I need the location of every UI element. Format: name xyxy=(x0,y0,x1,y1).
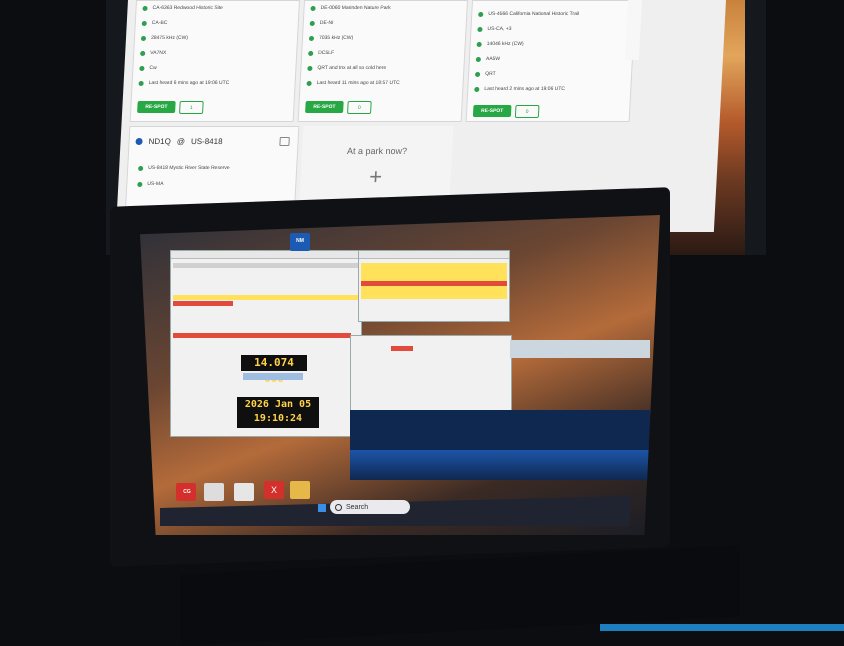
flag-icon xyxy=(141,20,147,26)
spotter: VA7NX xyxy=(150,50,167,56)
utc-clock: 2026 Jan 05 19:10:24 xyxy=(237,397,319,428)
spot-count-button[interactable]: 0 xyxy=(514,105,540,118)
document-icon[interactable] xyxy=(204,483,224,501)
comment-icon xyxy=(307,65,313,71)
park-name: DE-0060 Marinden Nature Park xyxy=(320,5,391,11)
pin-icon xyxy=(310,5,316,11)
comment: QRT xyxy=(484,71,496,77)
clock-date: 2026 Jan 05 xyxy=(244,399,312,410)
search-icon xyxy=(335,503,342,511)
spotter-icon xyxy=(140,50,146,56)
flag-icon xyxy=(309,20,315,26)
folder-icon[interactable] xyxy=(290,481,310,499)
respot-button[interactable]: RE-SPOT xyxy=(137,101,176,113)
frequency: 28475 kHz (CW) xyxy=(150,35,189,41)
tab-active[interactable] xyxy=(391,346,413,351)
spot-count-button[interactable]: 0 xyxy=(347,101,372,114)
respot-button[interactable]: RE-SPOT xyxy=(305,101,344,113)
document-icon[interactable] xyxy=(234,483,254,501)
clock-time: 19:10:24 xyxy=(253,413,303,424)
antenna-icon xyxy=(476,41,482,47)
location: US-CA, +3 xyxy=(487,26,512,32)
paper-card xyxy=(600,624,844,631)
decode-row-highlight xyxy=(173,295,359,300)
scrollbar[interactable] xyxy=(624,0,642,60)
activator-callsign[interactable]: ND1Q xyxy=(148,137,171,146)
spot-card: DE-0060 Marinden Nature Park DE-NI 7035 … xyxy=(297,0,468,122)
spotter: DC5LF xyxy=(318,50,335,56)
waterfall-signal xyxy=(350,450,650,480)
clock-icon xyxy=(306,80,312,86)
app-icon-cg-label: CG xyxy=(183,489,191,495)
activator-park-ref[interactable]: US-8418 xyxy=(191,137,223,146)
rx-row-red xyxy=(361,281,507,286)
location: CA-BC xyxy=(151,20,168,26)
laptop-screen: 14.074 000 2026 Jan 05 19:10:24 CG X NM xyxy=(140,215,660,535)
spotter-icon xyxy=(475,56,482,62)
search-placeholder: Search xyxy=(346,503,369,511)
windows-start-icon[interactable] xyxy=(318,504,326,512)
tx-even-button[interactable] xyxy=(243,373,303,380)
wsjt-window: 14.074 000 2026 Jan 05 19:10:24 xyxy=(170,250,362,437)
activator-card: ND1Q @ US-8418 US-8418 Mystic River Stat… xyxy=(125,126,300,208)
waterfall-panel xyxy=(350,410,650,480)
spectrum-header xyxy=(510,340,650,358)
frequency-display: 14.074 000 xyxy=(241,355,307,385)
park-name: CA-6363 Redwood Historic Site xyxy=(152,5,224,11)
search-input[interactable]: Search xyxy=(330,500,410,514)
antenna-icon xyxy=(308,35,315,41)
antenna-icon xyxy=(140,35,147,41)
respot-button[interactable]: RE-SPOT xyxy=(472,105,512,117)
flag-icon xyxy=(137,181,143,187)
flag-icon xyxy=(477,26,483,32)
pin-icon xyxy=(142,5,148,11)
spot-count-button[interactable]: 1 xyxy=(179,101,204,114)
at-symbol: @ xyxy=(176,137,186,146)
decode-row-selected xyxy=(173,333,351,338)
pin-icon xyxy=(478,11,484,17)
add-activation-tile[interactable]: At a park now? + xyxy=(299,126,454,206)
pin-icon xyxy=(138,165,144,171)
comment-icon xyxy=(474,71,481,77)
clock-icon xyxy=(138,80,144,86)
comment-icon xyxy=(139,65,145,71)
comment-icon[interactable] xyxy=(279,137,290,146)
comment: Cw xyxy=(149,65,157,71)
spot-card: US-4566 California National Historic Tra… xyxy=(465,0,636,122)
park-prompt: At a park now? xyxy=(346,146,408,156)
location: US-MA xyxy=(147,181,164,187)
comment: QRT and tnx at all so cold here xyxy=(317,65,387,71)
app-icon-nm-label: NM xyxy=(296,238,304,244)
title-bar xyxy=(359,251,509,259)
park-name: US-4566 California National Historic Tra… xyxy=(488,11,580,17)
decode-row-cq xyxy=(173,301,233,306)
last-heard: Last heard 6 mins ago at 19:06 UTC xyxy=(148,80,230,86)
last-heard: Last heard 2 mins ago at 19:06 UTC xyxy=(484,86,566,92)
band-activity-window xyxy=(358,250,510,322)
decode-header xyxy=(173,263,359,268)
plus-icon[interactable]: + xyxy=(300,164,451,190)
spot-card: CA-6363 Redwood Historic Site CA-BC 2847… xyxy=(129,0,300,122)
spotter-icon xyxy=(308,50,314,56)
spotter: AA5W xyxy=(485,56,501,62)
frequency: 14046 kHz (CW) xyxy=(486,41,524,47)
park-name: US-8418 Mystic River State Reserve xyxy=(148,165,230,171)
location: DE-NI xyxy=(319,20,334,26)
frequency: 7035 kHz (CW) xyxy=(318,35,354,41)
app-icon-x-label: X xyxy=(270,485,277,495)
title-bar xyxy=(171,251,361,259)
last-heard: Last heard 11 mins ago at 18:57 UTC xyxy=(316,80,400,86)
globe-icon xyxy=(135,138,143,145)
clock-icon xyxy=(474,86,480,92)
